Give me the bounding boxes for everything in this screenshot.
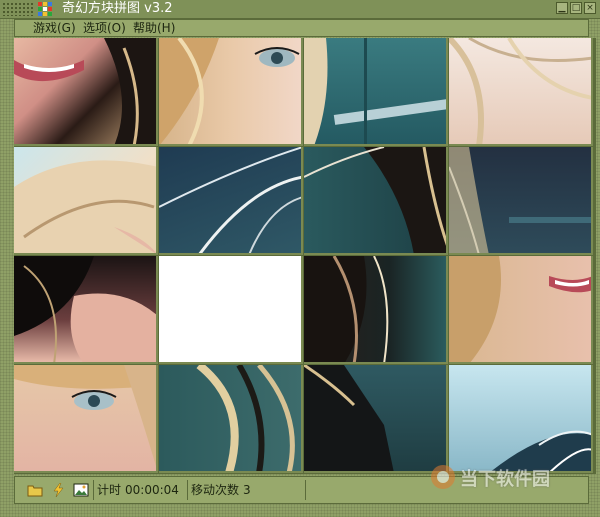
status-separator xyxy=(93,480,94,500)
open-folder-icon[interactable] xyxy=(27,483,43,497)
puzzle-board xyxy=(14,38,596,474)
tile-r3c1[interactable] xyxy=(14,256,158,364)
tile-r1c1[interactable] xyxy=(14,38,158,146)
status-bar: 计时 00:00:04 移动次数 3 xyxy=(14,476,589,504)
tile-r2c1[interactable] xyxy=(14,147,158,255)
timer-value: 00:00:04 xyxy=(125,483,179,497)
tile-r1c2[interactable] xyxy=(159,38,303,146)
menu-game[interactable]: 游戏(G) xyxy=(33,21,76,36)
status-separator xyxy=(305,480,306,500)
moves-label: 移动次数 xyxy=(191,483,240,497)
tile-r4c1[interactable] xyxy=(14,365,158,473)
tile-r2c4[interactable] xyxy=(449,147,593,255)
tile-r4c3[interactable] xyxy=(304,365,448,473)
tile-r3c3[interactable] xyxy=(304,256,448,364)
tile-r2c2[interactable] xyxy=(159,147,303,255)
tile-r4c2[interactable] xyxy=(159,365,303,473)
moves-value: 3 xyxy=(243,483,251,497)
status-separator xyxy=(187,480,188,500)
window-title: 奇幻方块拼图 v3.2 xyxy=(62,1,173,16)
close-button[interactable]: × xyxy=(584,2,596,14)
minimize-button[interactable]: ▁ xyxy=(556,2,568,14)
title-bar: 奇幻方块拼图 v3.2 ▁ □ × xyxy=(0,0,600,19)
menu-options[interactable]: 选项(O) xyxy=(83,21,126,36)
lightning-icon[interactable] xyxy=(51,482,67,498)
tile-r1c4[interactable] xyxy=(449,38,593,146)
timer-label: 计时 xyxy=(97,483,122,497)
maximize-button[interactable]: □ xyxy=(570,2,582,14)
tile-r3c2[interactable] xyxy=(159,256,303,364)
tile-r4c4[interactable] xyxy=(449,365,593,473)
menu-bar: 游戏(G) 选项(O) 帮助(H) xyxy=(14,19,589,37)
picture-icon[interactable] xyxy=(73,483,89,497)
title-bar-grip xyxy=(2,2,34,16)
app-logo-icon xyxy=(38,2,56,16)
menu-help[interactable]: 帮助(H) xyxy=(133,21,175,36)
tile-r2c3[interactable] xyxy=(304,147,448,255)
tile-r1c3[interactable] xyxy=(304,38,448,146)
tile-r3c4[interactable] xyxy=(449,256,593,364)
